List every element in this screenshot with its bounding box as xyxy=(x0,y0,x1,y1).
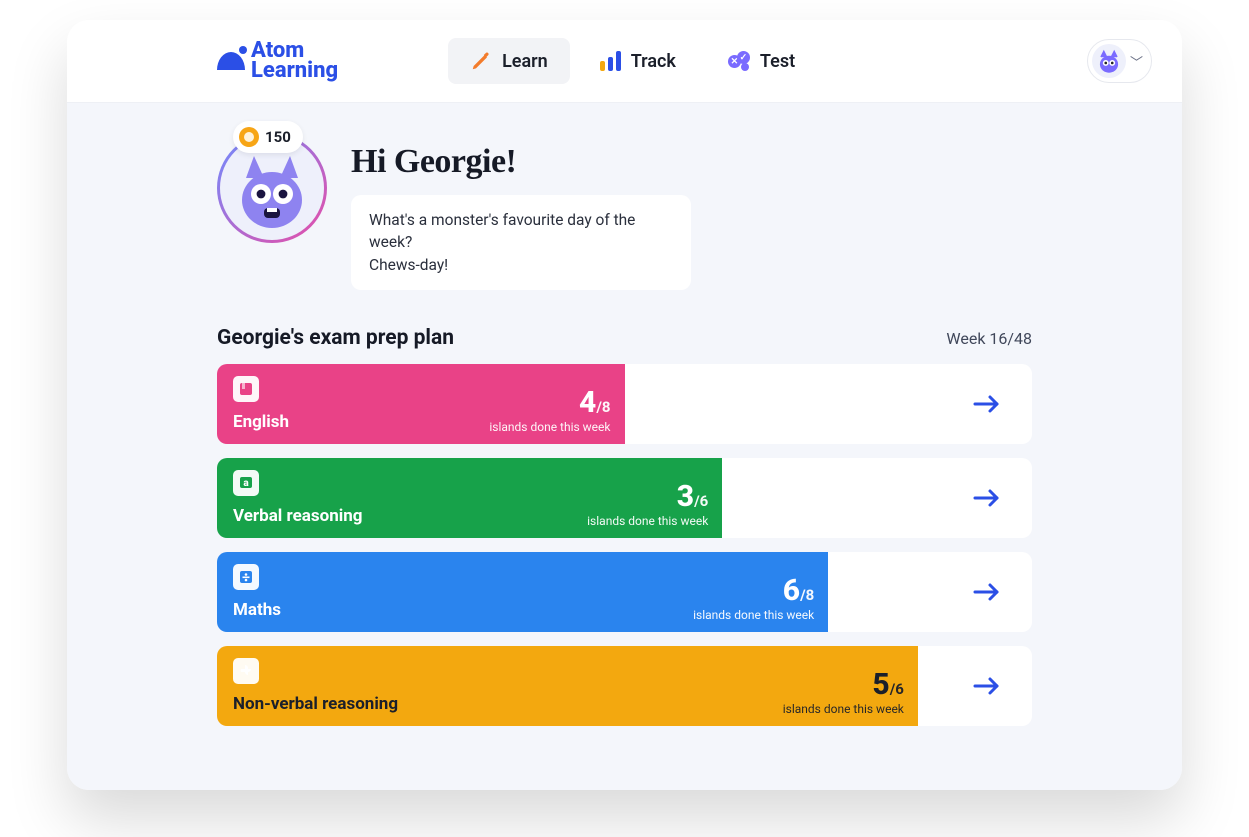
greeting-row: 150 Hi Georgi xyxy=(217,133,1032,290)
svg-text:a: a xyxy=(243,478,249,489)
islands-caption: islands done this week xyxy=(693,608,814,622)
arrow-right-icon xyxy=(972,676,1002,696)
nav-label: Track xyxy=(631,51,676,72)
subject-stats: 3/6 islands done this week xyxy=(587,468,708,528)
plan-title: Georgie's exam prep plan xyxy=(217,326,454,350)
header: Atom Learning Learn Track ✕✓ Test xyxy=(67,20,1182,103)
subject-icon: a xyxy=(233,470,259,496)
main-nav: Learn Track ✕✓ Test xyxy=(448,38,817,84)
subjects-list: English 4/8 islands done this week a Ver… xyxy=(217,364,1032,726)
arrow-right-icon xyxy=(972,582,1002,602)
islands-total: /6 xyxy=(890,680,904,698)
subject-open-arrow[interactable] xyxy=(942,552,1032,632)
islands-done: 5 xyxy=(872,667,889,702)
islands-done: 6 xyxy=(783,573,800,608)
nav-tab-track[interactable]: Track xyxy=(578,38,698,84)
nav-tab-learn[interactable]: Learn xyxy=(448,38,570,84)
test-icon: ✕✓ xyxy=(728,51,750,71)
plan-week: Week 16/48 xyxy=(946,329,1032,348)
avatar-icon xyxy=(1092,44,1126,78)
nav-label: Learn xyxy=(502,51,548,72)
subject-progress-fill: English 4/8 islands done this week xyxy=(217,364,625,444)
islands-total: /6 xyxy=(694,492,708,510)
islands-total: /8 xyxy=(800,586,814,604)
joke-line2: Chews-day! xyxy=(369,254,673,276)
subject-row[interactable]: a Verbal reasoning 3/6 islands done this… xyxy=(217,458,1032,538)
subject-icon xyxy=(233,564,259,590)
islands-total: /8 xyxy=(596,398,610,416)
profile-menu[interactable]: ﹀ xyxy=(1087,39,1152,83)
dashboard-body: 150 Hi Georgi xyxy=(67,103,1182,790)
subject-open-arrow[interactable] xyxy=(942,364,1032,444)
nav-label: Test xyxy=(760,51,795,72)
brand-mark-icon xyxy=(217,52,245,70)
arrow-right-icon xyxy=(972,394,1002,414)
subject-row[interactable]: English 4/8 islands done this week xyxy=(217,364,1032,444)
plan-header: Georgie's exam prep plan Week 16/48 xyxy=(217,326,1032,350)
islands-caption: islands done this week xyxy=(489,420,610,434)
pencil-icon xyxy=(470,50,492,72)
subject-progress-fill: Maths 6/8 islands done this week xyxy=(217,552,828,632)
coin-count: 150 xyxy=(265,128,291,146)
avatar-wrap: 150 xyxy=(217,133,327,243)
subject-row[interactable]: Non-verbal reasoning 5/6 islands done th… xyxy=(217,646,1032,726)
chevron-down-icon: ﹀ xyxy=(1130,52,1143,71)
joke-line1: What's a monster's favourite day of the … xyxy=(369,209,673,254)
islands-caption: islands done this week xyxy=(587,514,708,528)
subject-icon xyxy=(233,658,259,684)
app-frame: Atom Learning Learn Track ✕✓ Test xyxy=(67,20,1182,790)
joke-bubble: What's a monster's favourite day of the … xyxy=(351,195,691,290)
bars-icon xyxy=(600,51,621,71)
subject-stats: 5/6 islands done this week xyxy=(783,656,904,716)
subject-progress-fill: Non-verbal reasoning 5/6 islands done th… xyxy=(217,646,918,726)
islands-done: 4 xyxy=(579,385,596,420)
subject-row[interactable]: Maths 6/8 islands done this week xyxy=(217,552,1032,632)
brand-line2: Learning xyxy=(251,61,338,81)
subject-progress-fill: a Verbal reasoning 3/6 islands done this… xyxy=(217,458,722,538)
subject-open-arrow[interactable] xyxy=(942,458,1032,538)
subject-stats: 6/8 islands done this week xyxy=(693,562,814,622)
brand-logo[interactable]: Atom Learning xyxy=(217,41,338,81)
subject-stats: 4/8 islands done this week xyxy=(489,374,610,434)
greeting-title: Hi Georgie! xyxy=(351,143,1032,181)
subject-icon xyxy=(233,376,259,402)
nav-tab-test[interactable]: ✕✓ Test xyxy=(706,38,817,84)
coin-badge[interactable]: 150 xyxy=(233,121,303,153)
arrow-right-icon xyxy=(972,488,1002,508)
islands-done: 3 xyxy=(677,479,694,514)
islands-caption: islands done this week xyxy=(783,702,904,716)
subject-open-arrow[interactable] xyxy=(942,646,1032,726)
coin-icon xyxy=(239,127,259,147)
